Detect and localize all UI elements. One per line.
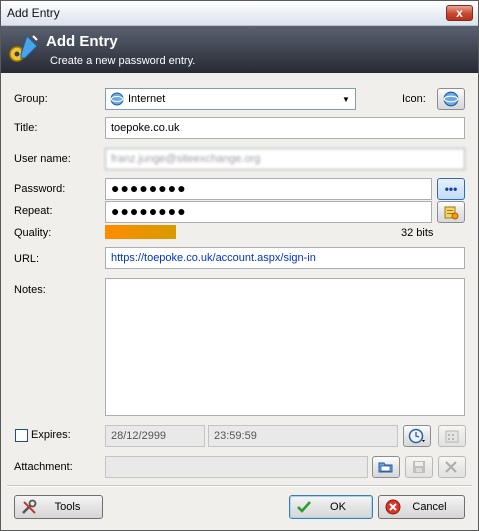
expires-checkbox[interactable] [15, 429, 28, 442]
footer-separator [7, 485, 472, 487]
password-generator-icon [444, 206, 459, 220]
icon-picker-button[interactable] [437, 88, 465, 110]
floppy-disk-icon [413, 461, 425, 473]
username-field[interactable]: franz.junge@siteexchange.org [105, 148, 465, 170]
save-attachment-button[interactable] [405, 456, 433, 478]
url-field[interactable]: https://toepoke.co.uk/account.aspx/sign-… [105, 247, 465, 269]
icon-label: Icon: [402, 93, 426, 105]
remove-attachment-button[interactable] [438, 456, 466, 478]
add-entry-window: Add Entry x Add Entry Create a new passw… [0, 0, 479, 531]
attachment-field[interactable] [105, 456, 368, 478]
title-bar: Add Entry x [1, 1, 478, 26]
delete-icon [445, 461, 457, 473]
window-title: Add Entry [7, 6, 60, 20]
title-label: Title: [14, 122, 38, 134]
group-label: Group: [14, 93, 48, 105]
banner-title: Add Entry [46, 33, 118, 50]
expires-label[interactable]: Expires: [31, 429, 71, 441]
header-banner: Add Entry Create a new password entry. [1, 26, 478, 73]
password-generator-button[interactable] [437, 201, 465, 223]
calendar-button[interactable] [438, 425, 466, 447]
quality-label: Quality: [14, 227, 52, 239]
cancel-label: Cancel [412, 501, 447, 513]
title-field[interactable]: toepoke.co.uk [105, 117, 465, 139]
password-field[interactable]: ●●●●●●●● [105, 178, 432, 200]
repeat-password-field[interactable]: ●●●●●●●● [105, 201, 432, 223]
quality-bits: 32 bits [401, 227, 434, 239]
ok-label: OK [330, 501, 346, 513]
username-label: User name: [14, 153, 71, 165]
expires-time-field[interactable]: 23:59:59 [208, 425, 398, 447]
cancel-button[interactable]: Cancel [378, 495, 465, 519]
close-button[interactable]: x [446, 5, 473, 21]
key-pen-icon [9, 35, 38, 62]
folder-open-icon [378, 462, 393, 473]
group-select[interactable]: Internet ▼ [105, 88, 356, 110]
globe-icon [443, 91, 459, 107]
calendar-icon [445, 430, 459, 443]
group-value: Internet [128, 93, 166, 105]
open-attachment-button[interactable] [372, 456, 400, 478]
chevron-down-icon[interactable]: ▼ [338, 90, 354, 108]
banner-subtitle: Create a new password entry. [50, 55, 196, 67]
password-label: Password: [14, 183, 66, 195]
notes-label: Notes: [14, 284, 46, 296]
url-label: URL: [14, 253, 40, 265]
repeat-label: Repeat: [14, 205, 53, 217]
expiry-presets-button[interactable] [403, 425, 431, 447]
attachment-label: Attachment: [14, 461, 73, 473]
globe-icon [110, 92, 124, 106]
ok-button[interactable]: OK [289, 495, 373, 519]
show-password-button[interactable]: ••• [437, 178, 465, 200]
expires-date-field[interactable]: 28/12/2999 [105, 425, 205, 447]
tools-label: Tools [54, 501, 81, 513]
quality-bar [105, 225, 176, 239]
notes-textarea[interactable] [105, 278, 465, 416]
clock-icon [408, 428, 425, 444]
tools-button[interactable]: Tools [14, 495, 103, 519]
